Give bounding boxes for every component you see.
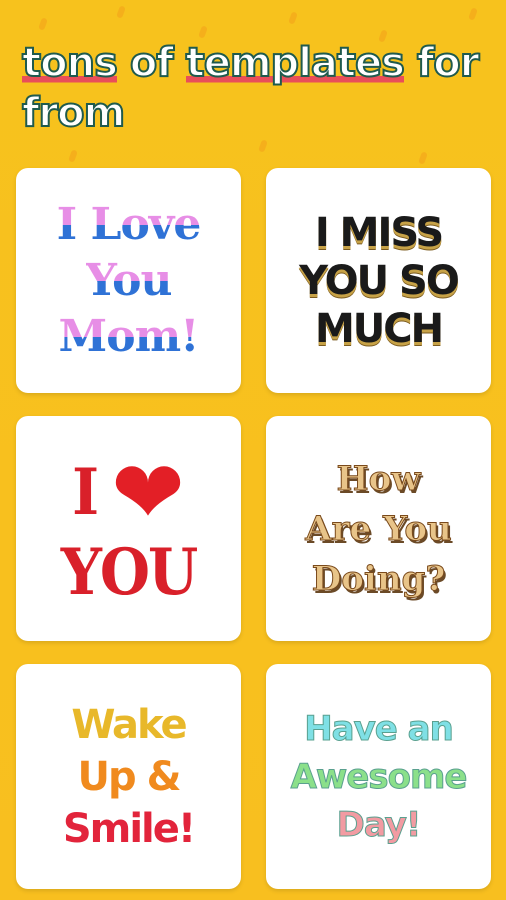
headline: tons of templates for from xyxy=(21,38,506,138)
template-text: YOU SO xyxy=(299,257,460,304)
template-card-how-are-you[interactable]: How Are You Doing? xyxy=(266,416,491,641)
template-text: Smile! xyxy=(62,805,196,852)
headline-line-2: from xyxy=(21,89,126,137)
template-text: I MISS xyxy=(314,209,444,256)
template-text: You xyxy=(86,253,173,309)
template-card-miss-you[interactable]: I MISS YOU SO MUCH xyxy=(266,168,491,393)
template-card-wake-up[interactable]: Wake Up & Smile! xyxy=(16,664,241,889)
template-text: I Love xyxy=(57,197,202,253)
template-text: Mom! xyxy=(59,309,200,365)
template-card-awesome-day[interactable]: Have an Awesome Day! xyxy=(266,664,491,889)
template-text: Awesome xyxy=(290,756,468,797)
template-text: Wake xyxy=(71,701,187,748)
template-row: I ❤ xyxy=(72,440,185,544)
template-text: Are You xyxy=(305,508,452,549)
headline-word-tons: tons xyxy=(21,39,119,87)
headline-line-1: tons of templates for xyxy=(21,39,480,87)
template-text: MUCH xyxy=(314,305,444,352)
template-text: I xyxy=(72,454,99,530)
template-card-i-love-you[interactable]: I ❤ YOU xyxy=(16,416,241,641)
template-text: How xyxy=(336,458,421,499)
template-text: Have an xyxy=(304,708,455,749)
heart-icon: ❤ xyxy=(111,440,185,544)
template-card-love-mom[interactable]: I Love You Mom! xyxy=(16,168,241,393)
template-text: Doing? xyxy=(311,558,446,599)
headline-word-templates: templates xyxy=(185,39,406,87)
template-text: Day! xyxy=(336,804,422,845)
template-text: Up & xyxy=(77,753,182,800)
template-text: YOU xyxy=(60,534,198,610)
